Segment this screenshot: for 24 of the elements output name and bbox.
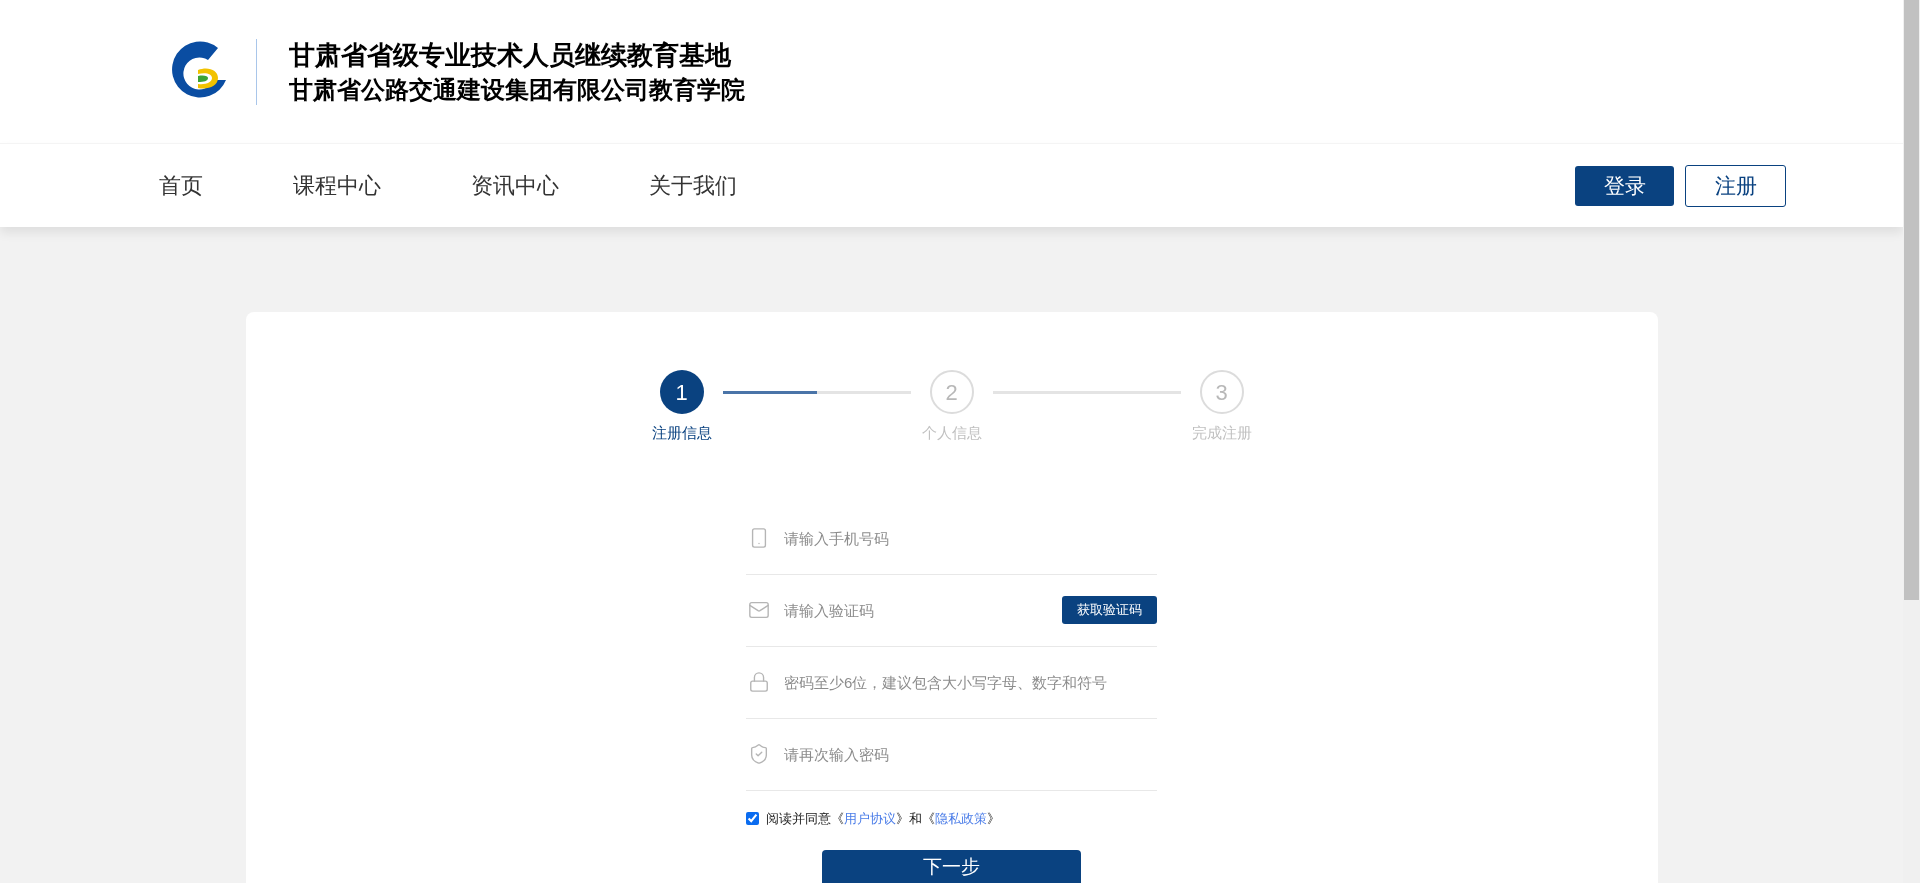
nav-link[interactable]: 关于我们 [649,169,737,202]
input-field[interactable]: 密码至少6位，建议包含大小写字母、数字和符号 [784,662,1157,702]
shield-check-icon [748,743,770,765]
login-button[interactable]: 登录 [1575,165,1674,206]
input-field[interactable]: 请输入手机号码 [784,518,1157,558]
privacy-policy-link[interactable]: 隐私政策 [935,810,987,826]
agree-checkbox[interactable] [746,811,759,825]
user-agreement-link[interactable]: 用户协议 [844,810,896,826]
input-field[interactable]: 请再次输入密码 [784,734,1157,774]
nav-link[interactable]: 课程中心 [293,169,381,202]
step-label: 个人信息 [921,423,982,443]
site-title: 甘肃省省级专业技术人员继续教育基地 [289,38,732,71]
input-field[interactable]: 请输入验证码 [784,590,1048,630]
nav-link[interactable]: 资讯中心 [471,169,559,202]
mail-icon [748,599,770,621]
lock-icon [748,671,770,693]
site-subtitle: 甘肃省公路交通建设集团有限公司教育学院 [289,74,745,105]
step-label: 完成注册 [1191,423,1252,443]
register-button[interactable]: 注册 [1685,164,1786,207]
next-button[interactable]: 下一步 [822,850,1081,883]
get-code-button[interactable]: 获取验证码 [1062,596,1157,624]
agreement-text: 阅读并同意《用户协议》和《隐私政策》 [766,809,1000,828]
step-label: 注册信息 [651,423,712,443]
nav-link[interactable]: 首页 [159,169,203,202]
